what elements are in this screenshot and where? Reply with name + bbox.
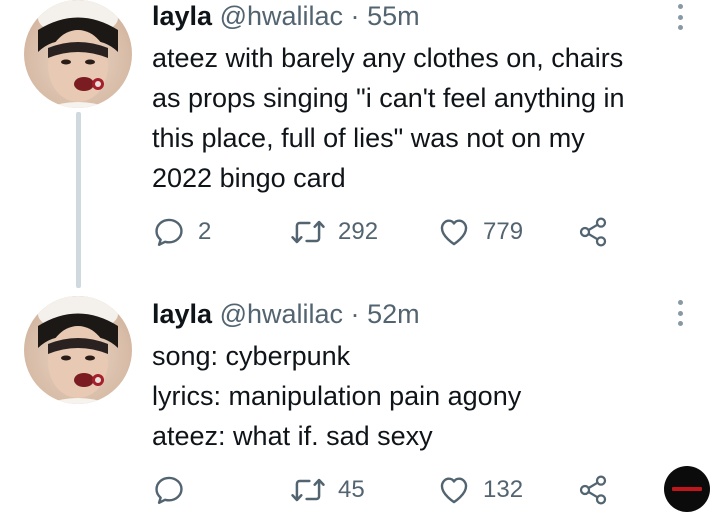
- tweet-2[interactable]: layla @hwalilac · 52m song: cyberpunk ly…: [0, 290, 720, 524]
- avatar-photo: [38, 0, 118, 108]
- tweet-text-line: 2022 bingo card: [152, 163, 346, 193]
- tweet-text-line: ateez with barely any clothes on, chairs: [152, 43, 624, 73]
- display-name[interactable]: layla: [152, 299, 212, 329]
- like-button[interactable]: 132: [437, 470, 523, 510]
- tweet-1[interactable]: layla @hwalilac · 55m ateez with barely …: [0, 0, 720, 290]
- share-button[interactable]: [577, 212, 609, 252]
- heart-icon: [440, 477, 468, 504]
- watermark-logo: [664, 466, 710, 512]
- reply-button[interactable]: 2: [152, 212, 211, 252]
- separator-dot: ·: [350, 1, 360, 31]
- tweet-text-line: lyrics: manipulation pain agony: [152, 381, 522, 411]
- tweet-text-line: this place, full of lies" was not on my: [152, 123, 585, 153]
- retweet-count: 292: [338, 218, 379, 245]
- display-name[interactable]: layla: [152, 1, 212, 31]
- tweet-header: layla @hwalilac · 52m: [152, 298, 420, 330]
- tweet-text-line: ateez: what if. sad sexy: [152, 421, 433, 451]
- tweet-actions: 2 292 779: [152, 212, 672, 252]
- user-handle[interactable]: @hwalilac: [220, 299, 343, 329]
- reply-icon: [155, 476, 183, 504]
- reply-count: 2: [198, 218, 212, 245]
- retweet-button[interactable]: 292: [290, 212, 378, 252]
- more-vertical-icon[interactable]: [670, 300, 690, 326]
- retweet-button[interactable]: 45: [290, 470, 365, 510]
- timestamp[interactable]: 52m: [367, 299, 420, 329]
- retweet-icon: [291, 220, 325, 244]
- retweet-count: 45: [338, 476, 365, 503]
- tweet-text-line: as props singing "i can't feel anything …: [152, 83, 625, 113]
- share-button[interactable]: [577, 470, 609, 510]
- tweet-header: layla @hwalilac · 55m: [152, 0, 420, 32]
- like-count: 132: [483, 476, 524, 503]
- thread-connector-line: [76, 112, 81, 288]
- retweet-icon: [291, 478, 325, 502]
- timestamp[interactable]: 55m: [367, 1, 420, 31]
- avatar[interactable]: [24, 296, 132, 404]
- share-icon: [579, 217, 607, 247]
- tweet-text: ateez with barely any clothes on, chairs…: [152, 38, 702, 198]
- tweet-text: song: cyberpunk lyrics: manipulation pai…: [152, 336, 702, 456]
- reply-button[interactable]: [152, 470, 198, 510]
- like-count: 779: [483, 218, 524, 245]
- share-icon: [579, 475, 607, 505]
- separator-dot: ·: [350, 299, 360, 329]
- heart-icon: [440, 219, 468, 246]
- tweet-text-line: song: cyberpunk: [152, 341, 351, 371]
- avatar-photo: [38, 296, 118, 404]
- tweet-actions: 45 132: [152, 470, 672, 510]
- user-handle[interactable]: @hwalilac: [220, 1, 343, 31]
- more-vertical-icon[interactable]: [670, 4, 690, 30]
- like-button[interactable]: 779: [437, 212, 523, 252]
- reply-icon: [155, 218, 183, 246]
- avatar[interactable]: [24, 0, 132, 108]
